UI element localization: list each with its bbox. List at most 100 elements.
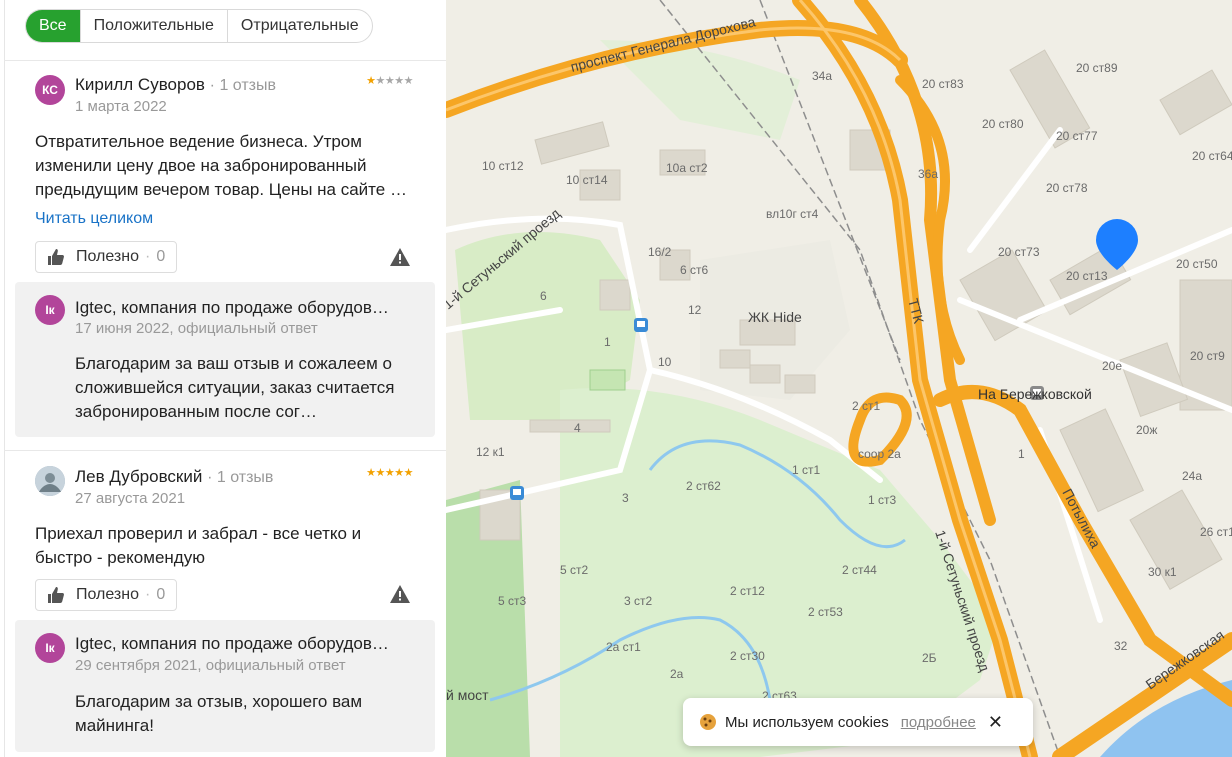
- building-label: соор 2а: [858, 447, 901, 461]
- building-label: 16/2: [648, 245, 672, 259]
- map-canvas[interactable]: проспект Генерала Дорохова ТТК 1-й Сетун…: [446, 0, 1232, 757]
- star-icon: ★: [384, 467, 395, 479]
- building-label: 20 ст50: [1176, 257, 1218, 271]
- reply-date: 29 сентября 2021, официальный ответ: [75, 657, 346, 674]
- building-label: 2 ст30: [730, 649, 765, 663]
- stop-label[interactable]: На Бережковской: [978, 386, 1092, 402]
- read-more-link[interactable]: Читать целиком: [35, 210, 153, 228]
- official-reply: Ік Igtec, компания по продаже оборудов… …: [15, 620, 435, 752]
- building-label: 20ж: [1136, 423, 1157, 437]
- building-label: 20 ст89: [1076, 61, 1118, 75]
- reply-text-line: майнинга!: [75, 716, 154, 735]
- building-label: 1 ст3: [868, 493, 897, 507]
- building-label: 26 ст1: [1200, 525, 1232, 539]
- reply-text-line: забронированным после сог…: [75, 402, 317, 421]
- panel-edge: [4, 0, 5, 757]
- building-label: 32: [1114, 639, 1128, 653]
- building-label: 20 ст77: [1056, 129, 1098, 143]
- street-label: й мост: [446, 687, 489, 703]
- review-text: Приехал проверил и забрал - все четко и …: [35, 522, 430, 570]
- building-label: 36а: [918, 167, 938, 181]
- building-label: 12: [688, 303, 702, 317]
- review-text: Отвратительное ведение бизнеса. Утром из…: [35, 130, 430, 202]
- building-label: 3 ст2: [624, 594, 653, 608]
- review-author-name[interactable]: Лев Дубровский: [75, 467, 202, 486]
- building-label: 20 ст9: [1190, 349, 1225, 363]
- rating-stars: ★★★★★: [366, 466, 413, 479]
- building-label: 20 ст64: [1192, 149, 1232, 163]
- building-label: 2 ст1: [852, 399, 881, 413]
- building-label: 2 ст53: [808, 605, 843, 619]
- star-icon: ★: [403, 75, 414, 87]
- reply-date: 17 июня 2022, официальный ответ: [75, 320, 318, 337]
- poi-jk-hide[interactable]: ЖК Hide: [748, 309, 802, 325]
- review-text-line: Отвратительное ведение бизнеса. Утром: [35, 132, 362, 151]
- reply-text-line: Благодарим за ваш отзыв и сожалеем о: [75, 354, 392, 373]
- review-text-line: предыдущим вечером товар. Цены на сайте …: [35, 180, 407, 199]
- building-label: 10а ст2: [666, 161, 708, 175]
- filter-all-button[interactable]: Все: [26, 10, 80, 42]
- rating-stars: ★★★★★: [366, 74, 413, 87]
- building-label: 2а: [670, 667, 684, 681]
- reply-text-line: сложившейся ситуации, заказ считается: [75, 378, 395, 397]
- cookie-text: Мы используем cookies: [725, 713, 889, 731]
- star-icon: ★: [384, 75, 395, 87]
- company-avatar[interactable]: Ік: [35, 633, 65, 663]
- avatar[interactable]: КС: [35, 75, 65, 105]
- close-icon[interactable]: ✕: [988, 712, 1003, 733]
- map-view[interactable]: проспект Генерала Дорохова ТТК 1-й Сетун…: [446, 0, 1232, 757]
- building-label: 2 ст62: [686, 479, 721, 493]
- building-label: 30 к1: [1148, 565, 1177, 579]
- star-icon: ★: [366, 467, 376, 479]
- building-label: 20 ст73: [998, 245, 1040, 259]
- building-label: 5 ст3: [498, 594, 527, 608]
- reply-author[interactable]: Igtec, компания по продаже оборудов…: [75, 298, 389, 318]
- review-author-name[interactable]: Кирилл Суворов: [75, 75, 205, 94]
- useful-button[interactable]: Полезно · 0: [35, 241, 177, 273]
- building-label: 3: [622, 491, 629, 505]
- reviews-panel: Все Положительные Отрицательные КС Кирил…: [0, 0, 446, 757]
- building-label: 20 ст13: [1066, 269, 1108, 283]
- reply-text: Благодарим за отзыв, хорошего вам майнин…: [75, 690, 420, 738]
- reply-text-line: Благодарим за отзыв, хорошего вам: [75, 692, 363, 711]
- star-icon: ★: [366, 75, 376, 87]
- building-label: 24а: [1182, 469, 1202, 483]
- star-icon: ★: [375, 467, 386, 479]
- reply-text: Благодарим за ваш отзыв и сожалеем о сло…: [75, 352, 420, 424]
- filter-positive-button[interactable]: Положительные: [79, 10, 227, 42]
- cookie-more-link[interactable]: подробнее: [901, 714, 976, 731]
- bus-stop-icon[interactable]: [634, 318, 648, 332]
- filter-negative-button[interactable]: Отрицательные: [226, 10, 372, 42]
- building-label: 1: [604, 335, 611, 349]
- building-label: 5 ст2: [560, 563, 589, 577]
- building-label: 34а: [812, 69, 832, 83]
- building-label: 10 ст12: [482, 159, 524, 173]
- bus-stop-icon[interactable]: [510, 486, 524, 500]
- thumbs-up-icon: [48, 587, 64, 603]
- useful-label: Полезно: [76, 248, 139, 265]
- report-warning-icon[interactable]: [389, 583, 411, 605]
- cookie-banner: Мы используем cookies подробнее ✕: [683, 698, 1033, 746]
- building-label: 20 ст80: [982, 117, 1024, 131]
- building-label: 2 ст12: [730, 584, 765, 598]
- building-label: 4: [574, 421, 581, 435]
- report-warning-icon[interactable]: [389, 246, 411, 268]
- useful-count: 0: [156, 248, 166, 265]
- review-author[interactable]: Лев Дубровский · 1 отзыв: [75, 467, 273, 487]
- useful-label: Полезно: [76, 586, 139, 603]
- useful-button[interactable]: Полезно · 0: [35, 579, 177, 611]
- review-author[interactable]: Кирилл Суворов · 1 отзыв: [75, 75, 276, 95]
- review-date: 1 марта 2022: [75, 98, 167, 115]
- review-text-line: Приехал проверил и забрал - все четко и: [35, 524, 362, 543]
- review-filter-tabs: Все Положительные Отрицательные: [25, 9, 373, 43]
- building-label: 2Б: [922, 651, 937, 665]
- building-label: 12 к1: [476, 445, 505, 459]
- thumbs-up-icon: [48, 249, 64, 265]
- building-label: 2 ст44: [842, 563, 877, 577]
- avatar[interactable]: [35, 466, 65, 496]
- review-author-count: · 1 отзыв: [207, 469, 274, 486]
- review-author-count: · 1 отзыв: [209, 77, 277, 94]
- building-label: 10: [658, 355, 672, 369]
- company-avatar[interactable]: Ік: [35, 295, 65, 325]
- reply-author[interactable]: Igtec, компания по продаже оборудов…: [75, 634, 389, 654]
